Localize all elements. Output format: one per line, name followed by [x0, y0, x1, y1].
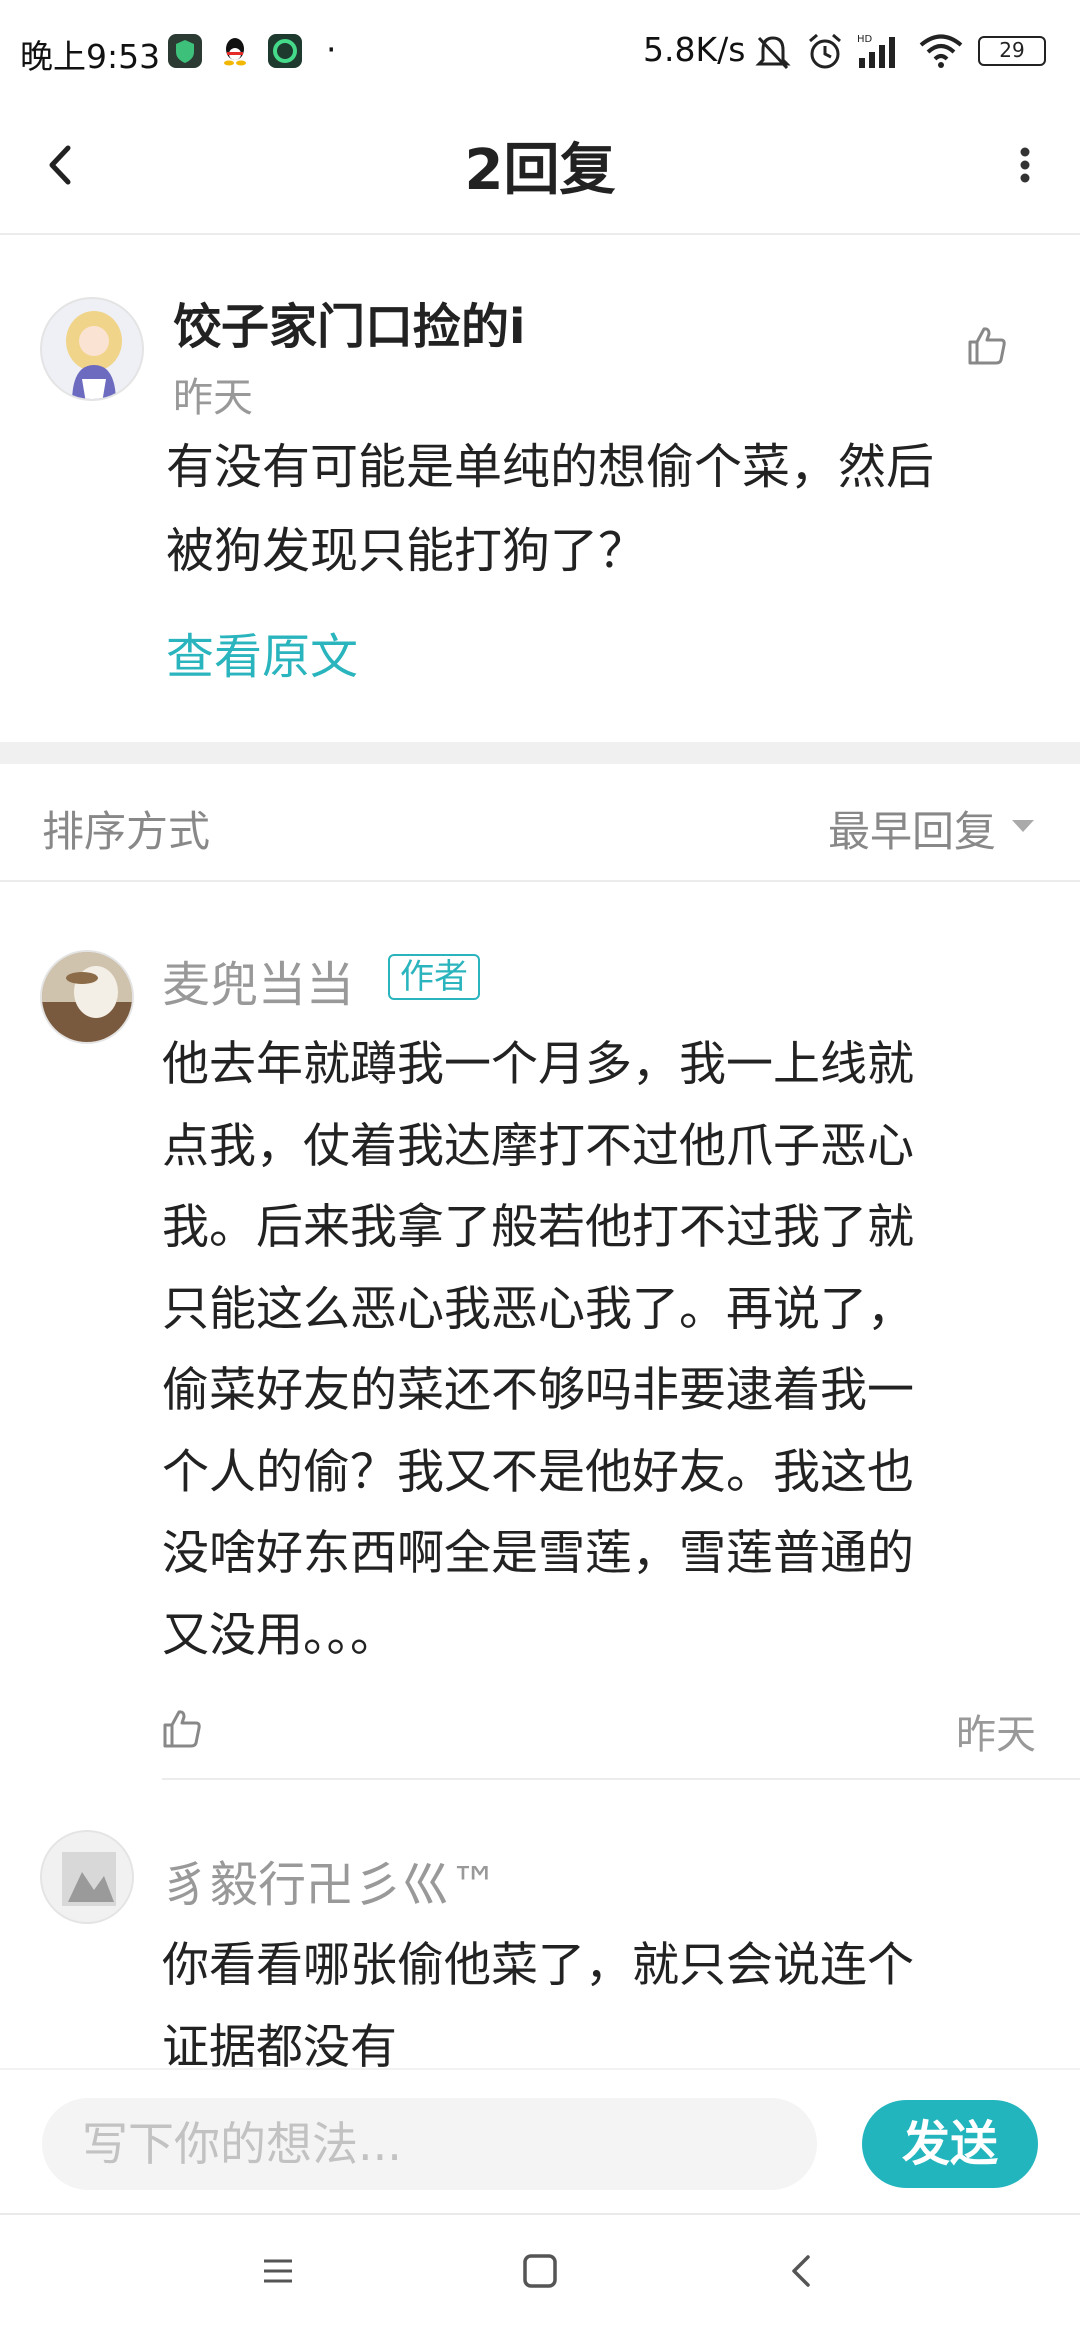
wifi-icon — [918, 32, 964, 74]
post-author-name[interactable]: 饺子家门口捡的i — [173, 287, 525, 357]
reply-content: 他去年就蹲我一个月多，我一上线就 点我，仗着我达摩打不过他爪子恶心 我。后来我拿… — [162, 1024, 1062, 1676]
like-icon[interactable] — [965, 323, 1009, 371]
sort-label: 排序方式 — [42, 807, 211, 856]
send-button[interactable]: 发送 — [862, 2100, 1038, 2188]
avatar[interactable] — [40, 1830, 134, 1924]
reply-content-line: 只能这么恶心我恶心我了。再说了， — [162, 1281, 914, 1337]
like-icon[interactable] — [160, 1706, 204, 1754]
home-icon[interactable] — [518, 2249, 562, 2297]
page-title: 2回复 — [464, 138, 616, 203]
post-content-line: 被狗发现只能打狗了？ — [166, 523, 647, 579]
qq-icon — [218, 34, 252, 68]
section-divider — [0, 742, 1080, 764]
menu-icon[interactable] — [258, 2251, 298, 2295]
security-app-icon — [168, 34, 202, 68]
reply-content-line: 个人的偷？我又不是他好友。我这也 — [162, 1444, 914, 1500]
reply-author-name[interactable]: 麦兜当当 — [162, 945, 354, 1015]
reply-content-line: 又没用。。。 — [162, 1607, 397, 1663]
app-icon — [268, 34, 302, 68]
reply-author-name[interactable]: 豸毅行卍彡巛™ — [162, 1845, 498, 1915]
signal-icon: HD — [855, 32, 905, 74]
original-comment: 饺子家门口捡的i 昨天 有没有可能是单纯的想偷个菜，然后 被狗发现只能打狗了？ … — [0, 235, 1080, 742]
svg-text:HD: HD — [857, 34, 873, 45]
reply-content-line: 偷菜好友的菜还不够吗非要逮着我一 — [162, 1363, 914, 1418]
author-badge: 作者 — [388, 954, 480, 1000]
reply-content-line: 他去年就蹲我一个月多，我一上线就 — [162, 1037, 914, 1092]
network-speed: 5.8K/s — [643, 30, 746, 69]
status-time: 晚上9:53 — [20, 37, 161, 76]
reply-time: 昨天 — [956, 1712, 1036, 1758]
sort-bar: 排序方式 最早回复 — [0, 764, 1080, 882]
reply-content-line: 没啥好东西啊全是雪莲，雪莲普通的 — [162, 1526, 914, 1581]
avatar[interactable] — [40, 950, 134, 1044]
top-nav-bar: 2回复 — [0, 100, 1080, 235]
mute-icon — [755, 34, 791, 76]
sort-dropdown[interactable]: 最早回复 — [828, 798, 996, 859]
dropdown-arrow-icon[interactable] — [1012, 820, 1034, 832]
view-original-link[interactable]: 查看原文 — [166, 617, 358, 687]
system-nav-bar — [0, 2213, 1080, 2326]
more-options-icon[interactable] — [1000, 130, 1050, 200]
reply-content-line: 点我，仗着我达摩打不过他爪子恶心 — [162, 1118, 914, 1174]
reply-divider — [162, 1778, 1080, 1780]
battery-icon: 29 — [978, 36, 1046, 66]
alarm-icon — [805, 32, 845, 76]
status-dot: · — [326, 30, 337, 69]
comment-input-bar: 发送 — [0, 2068, 1080, 2213]
post-content: 有没有可能是单纯的想偷个菜，然后 被狗发现只能打狗了？ — [166, 425, 1046, 593]
status-bar: 晚上9:53 · 5.8K/s HD 29 — [0, 0, 1080, 100]
post-time: 昨天 — [173, 375, 253, 421]
reply-content-line: 我。后来我拿了般若他打不过我了就 — [162, 1200, 914, 1255]
reply-content-line: 你看看哪张偷他菜了，就只会说连个 — [162, 1938, 914, 1993]
avatar[interactable] — [40, 297, 144, 401]
post-content-line: 有没有可能是单纯的想偷个菜，然后 — [166, 439, 935, 495]
comment-input[interactable] — [42, 2098, 817, 2190]
reply-content: 你看看哪张偷他菜了，就只会说连个 证据都没有 — [162, 1925, 1062, 2088]
back-icon[interactable] — [782, 2249, 822, 2297]
